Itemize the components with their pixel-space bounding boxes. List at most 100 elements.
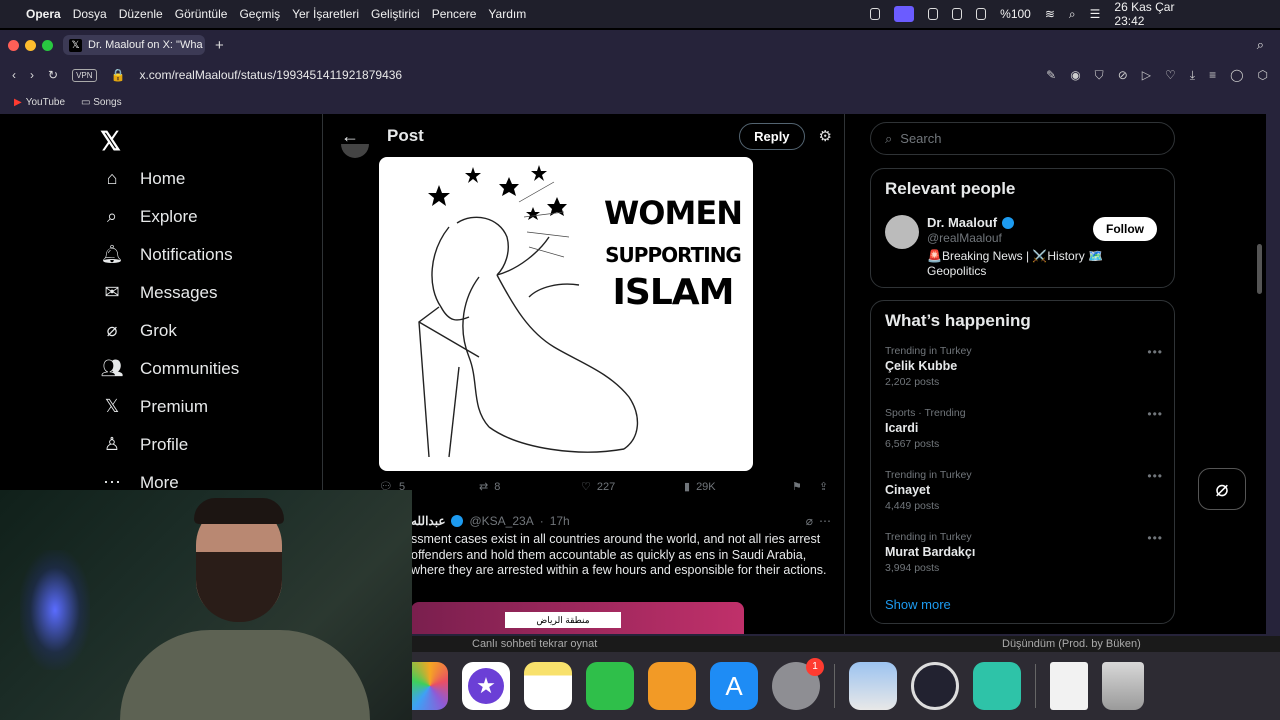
views-action[interactable]: ▮ 29K bbox=[684, 480, 792, 494]
repost-icon: ⇄ bbox=[479, 481, 489, 493]
menu-item-edit[interactable]: Düzenle bbox=[119, 7, 163, 21]
numbers-app-icon[interactable] bbox=[586, 662, 634, 710]
sliders-icon[interactable]: ⚙ bbox=[819, 127, 832, 145]
heart-icon[interactable]: ♡ bbox=[1165, 68, 1176, 83]
menu-item-developer[interactable]: Geliştirici bbox=[371, 7, 420, 21]
follow-button[interactable]: Follow bbox=[1093, 217, 1157, 241]
sidebar-item-communities[interactable]: 👥︎ Communities bbox=[100, 358, 310, 379]
chat-app-icon[interactable] bbox=[973, 662, 1021, 710]
menu-item-bookmarks[interactable]: Yer İşaretleri bbox=[292, 7, 359, 21]
minimize-window-button[interactable] bbox=[25, 39, 36, 51]
trend-item[interactable]: Sports · Trending Icardi 6,567 posts ••• bbox=[885, 407, 1163, 450]
bookmark-songs[interactable]: ▭ Songs bbox=[81, 97, 122, 108]
page-scrollbar[interactable] bbox=[1257, 244, 1262, 294]
status-icon[interactable] bbox=[976, 8, 987, 20]
cube-icon[interactable]: ⬡ bbox=[1258, 68, 1268, 83]
maximize-window-button[interactable] bbox=[42, 39, 53, 51]
menu-item-window[interactable]: Pencere bbox=[432, 7, 477, 21]
reply-author-name[interactable]: عبدالله bbox=[411, 514, 445, 528]
photos-app-icon[interactable] bbox=[412, 662, 448, 710]
person-handle[interactable]: @realMaalouf bbox=[927, 231, 1002, 245]
grok-fab-button[interactable]: ⌀ bbox=[1198, 468, 1246, 510]
like-action[interactable]: ♡ 227 bbox=[581, 480, 684, 494]
app-store-app-icon[interactable]: A bbox=[710, 662, 758, 710]
reply-button[interactable]: Reply bbox=[739, 122, 805, 150]
sidebar-item-grok[interactable]: ⌀ Grok bbox=[100, 320, 310, 341]
reload-icon[interactable]: ↻ bbox=[48, 68, 58, 82]
more-options-icon[interactable]: ••• bbox=[1147, 407, 1163, 421]
edit-icon[interactable]: ✎ bbox=[1046, 68, 1056, 83]
post-image[interactable]: WOMEN SUPPORTING ISLAM bbox=[379, 157, 753, 471]
reply-tweet[interactable]: عبدالله @KSA_23A · 17h ⌀ ⋯ ssment cases … bbox=[411, 514, 831, 579]
bookmark-youtube[interactable]: ▶ YouTube bbox=[14, 97, 65, 108]
more-options-icon[interactable]: ••• bbox=[1147, 469, 1163, 483]
menu-item-help[interactable]: Yardım bbox=[488, 7, 526, 21]
new-tab-button[interactable]: + bbox=[215, 37, 224, 54]
spotlight-icon[interactable]: ⌕ bbox=[1069, 7, 1076, 22]
avatar[interactable] bbox=[885, 215, 919, 249]
easy-setup-icon[interactable]: ≡ bbox=[1209, 68, 1216, 83]
menu-item-file[interactable]: Dosya bbox=[73, 7, 107, 21]
share-action[interactable]: ⇪ bbox=[819, 480, 828, 493]
sidebar-item-profile[interactable]: ♙ Profile bbox=[100, 434, 310, 455]
more-options-icon[interactable]: ⋯ bbox=[819, 514, 831, 528]
person-name[interactable]: Dr. Maalouf bbox=[927, 215, 1015, 230]
sidebar-item-explore[interactable]: ⌕ Explore bbox=[100, 206, 310, 227]
search-input[interactable]: ⌕ Search bbox=[870, 122, 1175, 155]
status-icon[interactable] bbox=[870, 8, 880, 20]
clock[interactable]: 26 Kas Çar 23:42 bbox=[1114, 0, 1176, 28]
sidebar-item-messages[interactable]: ✉ Messages bbox=[100, 282, 310, 303]
x-logo-icon[interactable]: 𝕏 bbox=[100, 126, 121, 157]
document-file-icon[interactable] bbox=[1050, 662, 1088, 710]
adblock-icon[interactable]: ⊘ bbox=[1118, 68, 1128, 83]
obs-app-icon[interactable] bbox=[911, 662, 959, 710]
system-settings-app-icon[interactable]: 1 bbox=[772, 658, 824, 710]
more-options-icon[interactable]: ••• bbox=[1147, 345, 1163, 359]
trash-icon[interactable] bbox=[1102, 662, 1144, 710]
grok-icon[interactable]: ⌀ bbox=[806, 514, 813, 528]
sidebar-item-premium[interactable]: 𝕏 Premium bbox=[100, 396, 310, 417]
preview-app-icon[interactable] bbox=[849, 662, 897, 710]
back-arrow-icon[interactable]: ← bbox=[341, 126, 359, 147]
play-icon[interactable]: ▷ bbox=[1142, 68, 1151, 83]
reply-time[interactable]: 17h bbox=[550, 514, 570, 528]
camera-icon[interactable]: ◉ bbox=[1070, 68, 1080, 83]
menu-item-view[interactable]: Görüntüle bbox=[175, 7, 228, 21]
menu-item-history[interactable]: Geçmiş bbox=[239, 7, 280, 21]
home-icon: ⌂ bbox=[106, 168, 118, 188]
bookmark-action[interactable]: ⚑ bbox=[792, 480, 819, 493]
trend-item[interactable]: Trending in Turkey Cinayet 4,449 posts •… bbox=[885, 469, 1163, 512]
close-window-button[interactable] bbox=[8, 39, 19, 51]
trend-item[interactable]: Trending in Turkey Çelik Kubbe 2,202 pos… bbox=[885, 345, 1163, 388]
reply-video-thumbnail[interactable]: منطقة الرياض bbox=[411, 602, 744, 634]
sidebar-item-home[interactable]: ⌂ Home bbox=[100, 168, 310, 189]
status-icon[interactable] bbox=[928, 8, 939, 20]
url-field[interactable]: x.com/realMaalouf/status/199345141192187… bbox=[139, 68, 402, 82]
imovie-app-icon[interactable]: ★ bbox=[462, 662, 510, 710]
show-more-link[interactable]: Show more bbox=[885, 597, 951, 612]
control-center-icon[interactable]: ☰ bbox=[1090, 7, 1101, 21]
more-options-icon[interactable]: ••• bbox=[1147, 531, 1163, 545]
notes-app-icon[interactable] bbox=[524, 662, 572, 710]
back-nav-icon[interactable]: ‹ bbox=[12, 68, 16, 82]
menu-app-name[interactable]: Opera bbox=[26, 7, 61, 21]
profile-icon[interactable]: ◯ bbox=[1230, 68, 1243, 83]
download-icon[interactable]: ⤓ bbox=[1190, 68, 1195, 83]
status-icon[interactable] bbox=[952, 8, 963, 20]
pages-app-icon[interactable] bbox=[648, 662, 696, 710]
wifi-icon[interactable]: ≋ bbox=[1045, 7, 1055, 21]
forward-nav-icon[interactable]: › bbox=[30, 68, 34, 82]
whats-happening-card: What’s happening Trending in Turkey Çeli… bbox=[870, 300, 1175, 624]
repost-action[interactable]: ⇄ 8 bbox=[479, 480, 581, 494]
trend-item[interactable]: Trending in Turkey Murat Bardakçı 3,994 … bbox=[885, 531, 1163, 574]
sidebar-item-label: Premium bbox=[140, 396, 209, 416]
tab-search-icon[interactable]: ⌕ bbox=[1257, 37, 1264, 53]
browser-tab[interactable]: 𝕏 Dr. Maalouf on X: "Wha bbox=[63, 35, 205, 55]
vpn-badge[interactable]: VPN bbox=[72, 68, 97, 82]
battery-percent[interactable]: %100 bbox=[1000, 7, 1031, 21]
sidebar-item-notifications[interactable]: 🔔︎ Notifications bbox=[100, 244, 310, 265]
reply-author-handle[interactable]: @KSA_23A bbox=[469, 514, 533, 528]
screen-share-icon[interactable] bbox=[893, 6, 915, 22]
x-favicon-icon: 𝕏 bbox=[69, 38, 82, 52]
shield-icon[interactable]: ⛉ bbox=[1095, 68, 1104, 83]
